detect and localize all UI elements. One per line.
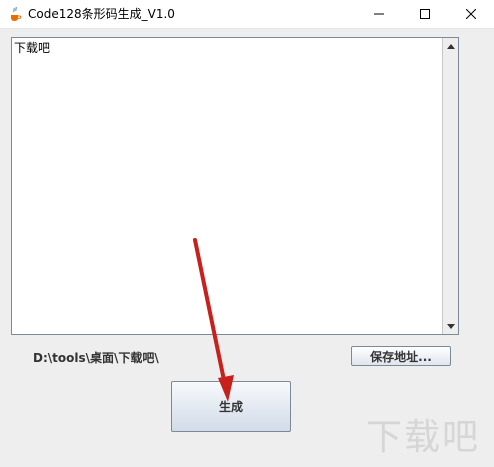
content-text-area[interactable]: 下载吧	[12, 38, 442, 334]
vertical-scrollbar[interactable]	[442, 38, 458, 334]
text-area-container: 下载吧	[11, 37, 459, 335]
close-button[interactable]	[448, 0, 494, 28]
arrow-down-icon	[446, 323, 455, 329]
close-icon	[466, 9, 476, 19]
scroll-up-button[interactable]	[443, 38, 458, 54]
java-coffee-icon	[11, 6, 22, 21]
watermark-text: 下载吧	[365, 417, 480, 458]
maximize-button[interactable]	[402, 0, 448, 28]
maximize-icon	[420, 9, 430, 19]
minimize-icon	[374, 13, 384, 15]
save-address-button[interactable]: 保存地址...	[351, 346, 451, 366]
client-area: 下载吧 D:\tools\桌面\下载吧\ 保存地址... 生成	[0, 29, 494, 467]
generate-button[interactable]: 生成	[171, 381, 291, 432]
minimize-button[interactable]	[356, 0, 402, 28]
save-path-label: D:\tools\桌面\下载吧\	[33, 351, 159, 365]
window-title: Code128条形码生成_V1.0	[28, 7, 175, 21]
watermark-logo: 下载吧	[358, 404, 488, 464]
scroll-down-button[interactable]	[443, 318, 458, 334]
title-bar: Code128条形码生成_V1.0	[0, 0, 494, 29]
arrow-up-icon	[446, 43, 455, 49]
